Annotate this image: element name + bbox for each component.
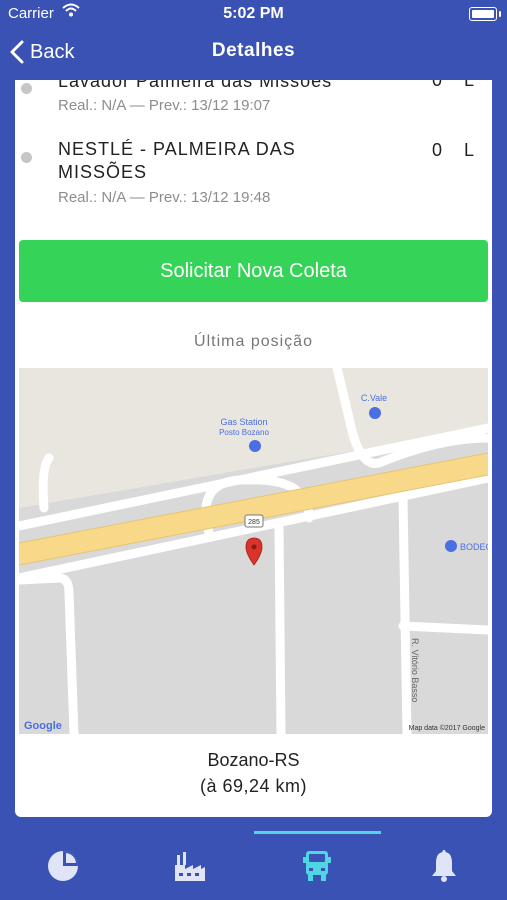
poi-label: C.Vale xyxy=(361,393,387,403)
tab-notifications[interactable] xyxy=(381,831,507,900)
status-bar: Carrier 5:02 PM xyxy=(0,0,507,30)
location-name: Bozano-RS xyxy=(207,750,300,770)
stop-name: Lavador Palmeira das Missões xyxy=(58,80,333,91)
back-button[interactable]: Back xyxy=(10,38,74,66)
location-pin-center xyxy=(251,544,257,550)
location-distance: (à 69,24 km) xyxy=(199,776,308,796)
clock: 5:02 PM xyxy=(223,5,284,22)
poi-label: Gas Station xyxy=(220,417,267,427)
factory-icon xyxy=(175,851,205,881)
stop-times: Real.: N/A — Prev.: 13/12 19:07 xyxy=(58,97,271,114)
status-dot-icon xyxy=(21,83,32,94)
navigation-bar: Back Detalhes xyxy=(0,30,507,74)
chevron-left-icon xyxy=(10,40,24,64)
status-dot-icon xyxy=(21,152,32,163)
location-map[interactable]: 285 Gas Station Posto Bozano C.Vale BODE… xyxy=(19,368,488,734)
stop-unit: L xyxy=(463,140,474,160)
details-card: Lavador Palmeira das Missões 0 L Real.: … xyxy=(15,80,492,817)
stop-item[interactable]: NESTLÉ - PALMEIRA DAS MISSÕES 0 L Real.:… xyxy=(15,138,492,218)
stop-unit: L xyxy=(463,80,474,90)
poi-label: BODEG xyxy=(460,542,488,552)
stop-item[interactable]: Lavador Palmeira das Missões 0 L Real.: … xyxy=(15,80,492,125)
store-icon[interactable] xyxy=(445,540,457,552)
stop-quantity: 0 xyxy=(431,140,442,160)
stop-times: Real.: N/A — Prev.: 13/12 19:48 xyxy=(58,189,271,206)
request-pickup-button[interactable]: Solicitar Nova Coleta xyxy=(19,240,488,302)
road-shield-label: 285 xyxy=(248,519,260,526)
poi-label: Posto Bozano xyxy=(219,428,269,437)
page-title: Detalhes xyxy=(211,40,296,61)
stop-name: NESTLÉ - PALMEIRA DAS MISSÕES xyxy=(58,139,296,182)
gas-station-icon[interactable] xyxy=(249,440,261,452)
tab-bar xyxy=(0,831,507,900)
back-label: Back xyxy=(30,40,75,63)
map-attribution: Map data ©2017 Google xyxy=(409,724,485,732)
truck-icon xyxy=(303,850,331,881)
street-label: R. Vitório Basso xyxy=(410,638,420,702)
tab-factory[interactable] xyxy=(127,831,253,900)
last-position-label: Última posição xyxy=(194,333,313,350)
stop-quantity: 0 xyxy=(431,80,442,90)
tab-dashboard[interactable] xyxy=(0,831,126,900)
pie-chart-icon xyxy=(48,850,78,881)
bell-icon xyxy=(432,849,456,882)
store-icon[interactable] xyxy=(369,407,381,419)
google-logo: Google xyxy=(24,720,62,732)
battery-icon xyxy=(469,7,501,21)
tab-truck[interactable] xyxy=(254,831,380,900)
